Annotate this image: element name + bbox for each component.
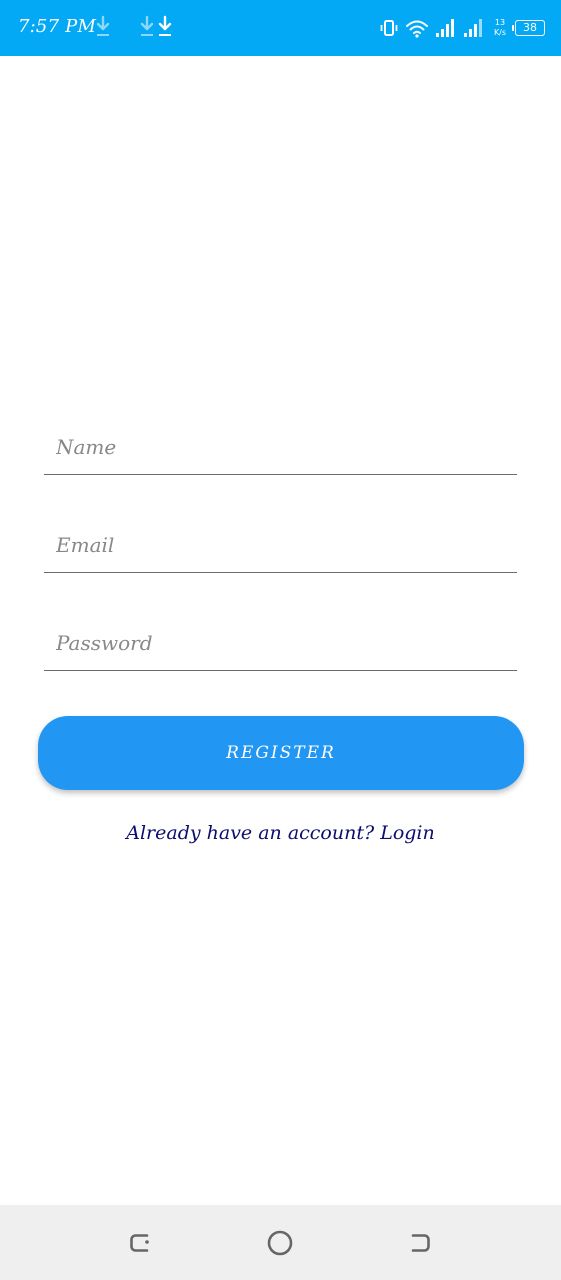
password-field[interactable] bbox=[44, 611, 517, 671]
download-icon bbox=[96, 14, 110, 40]
login-link[interactable]: Already have an account? Login bbox=[0, 818, 561, 848]
back-icon[interactable] bbox=[124, 1227, 156, 1259]
battery-level: 38 bbox=[523, 21, 537, 34]
download-icon bbox=[158, 14, 172, 40]
signal-icon bbox=[463, 18, 485, 38]
wifi-icon bbox=[405, 18, 429, 38]
signal-icon bbox=[435, 18, 457, 38]
network-speed-value: 13 bbox=[494, 18, 506, 27]
register-button[interactable]: REGISTER bbox=[38, 716, 524, 790]
network-speed: 13 K/s bbox=[491, 18, 509, 38]
password-input[interactable] bbox=[56, 627, 506, 659]
vibrate-icon bbox=[379, 18, 399, 38]
email-field[interactable] bbox=[44, 513, 517, 573]
navigation-bar bbox=[0, 1205, 561, 1280]
home-icon[interactable] bbox=[264, 1227, 296, 1259]
download-icon bbox=[140, 14, 154, 40]
status-time: 7:57 PM bbox=[18, 16, 97, 37]
status-icons: 13 K/s 38 bbox=[379, 12, 545, 44]
status-bar: 7:57 PM 13 K/s 38 bbox=[0, 0, 561, 56]
recents-icon[interactable] bbox=[404, 1227, 436, 1259]
name-input[interactable] bbox=[56, 431, 506, 463]
battery-icon: 38 bbox=[512, 20, 545, 36]
name-field[interactable] bbox=[44, 415, 517, 475]
email-input[interactable] bbox=[56, 529, 506, 561]
network-speed-unit: K/s bbox=[493, 28, 507, 37]
